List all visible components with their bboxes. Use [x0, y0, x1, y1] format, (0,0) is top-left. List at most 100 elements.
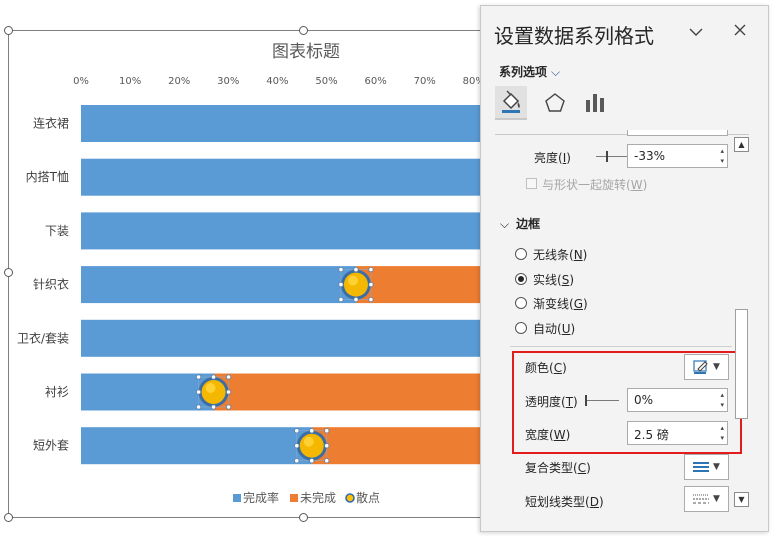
close-icon[interactable] — [734, 21, 746, 40]
category-label: 卫衣/套装 — [17, 330, 69, 345]
rotate-with-shape-checkbox[interactable] — [526, 178, 537, 189]
compound-type-label: 复合类型(C) — [525, 461, 591, 475]
point-handle[interactable] — [195, 404, 202, 410]
dash-type-label: 短划线类型(D) — [525, 495, 604, 509]
radio-gradient-line[interactable] — [515, 297, 527, 309]
category-label: 下装 — [45, 224, 69, 238]
point-handle[interactable] — [225, 389, 232, 395]
point-handle[interactable] — [294, 428, 300, 434]
point-handle[interactable] — [368, 267, 374, 273]
x-tick-label: 30% — [217, 76, 239, 87]
point-handle[interactable] — [210, 374, 217, 380]
legend-label[interactable]: 散点 — [356, 490, 380, 505]
series-options-label: 系列选项 — [499, 65, 548, 79]
no-line-label: 无线条(N) — [533, 248, 588, 262]
resize-handle-middle-left[interactable] — [4, 268, 13, 277]
scroll-up-arrow-icon[interactable]: ▲ — [734, 137, 749, 152]
point-handle[interactable] — [324, 428, 330, 434]
point-handle[interactable] — [353, 296, 359, 303]
brightness-label: 亮度(I) — [534, 151, 571, 165]
border-section-header[interactable]: ⌵ 边框 — [500, 215, 540, 232]
category-label: 连衣裙 — [33, 116, 69, 131]
paint-bucket-icon — [502, 90, 520, 113]
chevron-down-icon: ⌵ — [500, 217, 510, 231]
pentagon-icon — [545, 93, 565, 112]
point-handle[interactable] — [195, 374, 202, 380]
bar-completed[interactable] — [81, 373, 214, 411]
chevron-down-icon[interactable] — [689, 22, 703, 41]
radio-automatic[interactable] — [515, 322, 527, 334]
dropdown-arrow-icon: ▼ — [713, 462, 720, 472]
point-handle[interactable] — [324, 443, 330, 449]
x-tick-label: 50% — [315, 76, 337, 87]
bar-completed[interactable] — [81, 427, 312, 465]
pane-scrollbar[interactable]: ▲ ▼ — [734, 137, 750, 511]
bar-chart-icon — [586, 94, 604, 112]
scatter-point-highlight — [347, 275, 358, 286]
x-tick-label: 10% — [119, 76, 141, 87]
legend-label[interactable]: 完成率 — [243, 490, 279, 505]
scrollbar-thumb[interactable] — [735, 309, 748, 419]
brightness-input[interactable]: -33% ▴ ▾ — [627, 144, 728, 168]
point-handle[interactable] — [225, 374, 232, 380]
point-handle[interactable] — [195, 389, 202, 395]
point-handle[interactable] — [338, 296, 344, 303]
point-handle[interactable] — [368, 296, 374, 303]
spin-arrows-icon[interactable]: ▴ ▾ — [720, 146, 724, 166]
point-handle[interactable] — [353, 267, 359, 273]
chart-title[interactable]: 图表标题 — [272, 42, 340, 62]
dropdown-arrow-icon: ▼ — [713, 494, 720, 504]
brightness-slider[interactable] — [596, 151, 630, 162]
point-handle[interactable] — [324, 458, 330, 464]
bar-completed[interactable] — [81, 266, 356, 304]
chevron-down-icon: ⌵ — [551, 65, 561, 79]
series-options-dropdown[interactable]: 系列选项 ⌵ — [499, 63, 560, 80]
tab-fill-line[interactable] — [495, 86, 527, 120]
pane-title: 设置数据系列格式 — [494, 24, 654, 48]
x-tick-label: 60% — [364, 76, 386, 87]
rotate-with-shape-label: 与形状一起旋转(W) — [542, 178, 648, 192]
legend-marker — [233, 494, 241, 502]
radio-solid-line[interactable] — [515, 273, 527, 285]
automatic-label: 自动(U) — [533, 322, 576, 336]
dash-type-button[interactable]: ▼ — [684, 486, 729, 512]
compound-type-button[interactable]: ▼ — [684, 454, 729, 480]
gradient-line-label: 渐变线(G) — [533, 297, 588, 311]
category-label: 内搭T恤 — [26, 170, 69, 184]
dash-lines-icon — [693, 494, 710, 504]
point-handle[interactable] — [210, 404, 217, 410]
resize-handle-bottom-middle[interactable] — [299, 513, 308, 522]
scroll-down-arrow-icon[interactable]: ▼ — [734, 492, 749, 507]
category-label: 短外套 — [33, 439, 69, 453]
x-tick-label: 20% — [168, 76, 190, 87]
category-label: 衬衫 — [45, 385, 69, 399]
category-label: 针织衣 — [33, 277, 69, 292]
point-handle[interactable] — [294, 443, 300, 449]
settings-scroll-area: 亮度(I) -33% ▴ ▾ 与形状一起旋转(W) ⌵ 边框 无线条(N) 实线(S… — [494, 130, 734, 520]
highlight-box — [512, 351, 742, 454]
tab-series-options[interactable] — [579, 86, 611, 120]
point-handle[interactable] — [309, 458, 315, 464]
point-handle[interactable] — [338, 282, 344, 288]
point-handle[interactable] — [368, 282, 374, 288]
point-handle[interactable] — [309, 428, 315, 434]
solid-line-label: 实线(S) — [533, 273, 574, 287]
resize-handle-top-left[interactable] — [4, 26, 13, 35]
tab-effects[interactable] — [539, 86, 571, 120]
legend-marker — [345, 493, 355, 503]
section-divider — [510, 346, 732, 347]
compound-lines-icon — [693, 462, 710, 472]
point-handle[interactable] — [294, 458, 300, 464]
legend-marker — [290, 494, 298, 502]
radio-no-line[interactable] — [515, 248, 527, 260]
resize-handle-top-middle[interactable] — [299, 26, 308, 35]
scatter-point-highlight — [303, 436, 314, 447]
point-handle[interactable] — [225, 404, 232, 410]
resize-handle-bottom-left[interactable] — [4, 513, 13, 522]
x-tick-label: 40% — [266, 76, 288, 87]
cut-off-field — [627, 130, 728, 136]
x-tick-label: 0% — [73, 76, 89, 87]
point-handle[interactable] — [338, 267, 344, 273]
scatter-point-highlight — [205, 383, 216, 393]
legend-label[interactable]: 未完成 — [300, 490, 336, 505]
